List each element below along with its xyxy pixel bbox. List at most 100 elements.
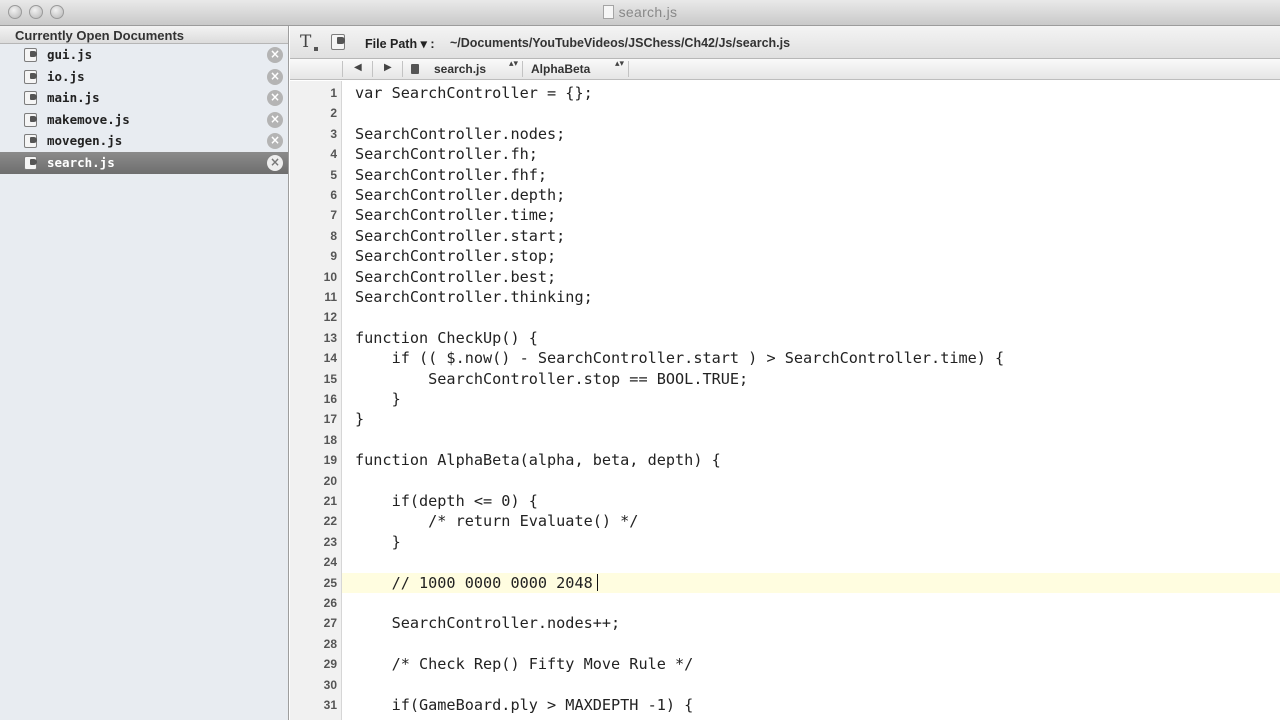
nav-divider <box>342 61 343 77</box>
code-line[interactable]: 13 function CheckUp() { <box>290 328 1280 348</box>
line-code-text: if (( $.now() - SearchController.start )… <box>355 349 1005 368</box>
line-code: } <box>355 389 401 409</box>
code-line[interactable]: 29 /* Check Rep() Fifty Move Rule */ <box>290 654 1280 674</box>
sidebar-file-item[interactable]: makemove.js × <box>0 109 288 131</box>
line-code: SearchController.stop == BOOL.TRUE; <box>355 369 748 389</box>
js-file-icon <box>24 134 37 149</box>
code-line[interactable]: 19 function AlphaBeta(alpha, beta, depth)… <box>290 450 1280 470</box>
code-line[interactable]: 31 if(GameBoard.ply > MAXDEPTH -1) { <box>290 695 1280 715</box>
code-line[interactable]: 26 <box>290 593 1280 613</box>
code-line[interactable]: 16 } <box>290 389 1280 409</box>
code-line[interactable]: 4 SearchController.fh; <box>290 144 1280 164</box>
code-line[interactable]: 18 <box>290 430 1280 450</box>
nav-divider <box>402 61 403 77</box>
file-path-dropdown[interactable]: File Path ▾ : <box>365 36 434 51</box>
js-file-icon <box>24 155 37 170</box>
code-line[interactable]: 7 SearchController.time; <box>290 205 1280 225</box>
sidebar-file-item[interactable]: io.js × <box>0 66 288 88</box>
line-code-text: var SearchController = {}; <box>355 84 593 102</box>
sidebar-file-item[interactable]: search.js × <box>0 151 288 174</box>
line-code: } <box>355 409 364 429</box>
line-code-text: SearchController.stop; <box>355 247 557 266</box>
file-name: io.js <box>47 68 85 84</box>
code-line[interactable]: 8 SearchController.start; <box>290 226 1280 246</box>
sidebar-file-item[interactable]: main.js × <box>0 87 288 109</box>
code-line[interactable]: 27 SearchController.nodes++; <box>290 613 1280 633</box>
code-line[interactable]: 12 <box>290 307 1280 327</box>
file-popup-chevron-icon[interactable]: ▴▾ <box>509 60 518 69</box>
file-name: makemove.js <box>47 111 130 127</box>
line-code: SearchController.stop; <box>355 246 556 266</box>
close-document-icon[interactable]: × <box>267 68 283 85</box>
function-popup-chevron-icon[interactable]: ▴▾ <box>615 60 624 69</box>
code-line[interactable]: 11 SearchController.thinking; <box>290 287 1280 307</box>
text-caret <box>596 573 599 591</box>
current-code-line[interactable]: 25 // 1000 0000 0000 2048 <box>324 572 1280 593</box>
js-file-icon <box>24 48 37 62</box>
code-line[interactable]: 5 SearchController.fhf; <box>290 165 1280 185</box>
line-number: 30 <box>323 677 337 692</box>
js-file-icon <box>24 69 37 84</box>
code-line[interactable]: 2 <box>290 103 1280 123</box>
path-bar: T File Path ▾ : ~/Documents/YouTubeVideo… <box>290 26 1280 59</box>
code-line[interactable]: 15 SearchController.stop == BOOL.TRUE; <box>290 369 1280 389</box>
code-line[interactable]: 21 if(depth <= 0) { <box>290 491 1280 511</box>
code-line[interactable]: 24 <box>290 552 1280 572</box>
function-popup[interactable]: AlphaBeta <box>531 62 590 76</box>
line-code-text: } <box>355 532 401 551</box>
line-number: 18 <box>323 432 337 447</box>
line-number: 21 <box>323 494 337 508</box>
code-line[interactable]: 20 <box>290 471 1280 491</box>
line-number: 27 <box>323 616 337 631</box>
line-code-text: function AlphaBeta(alpha, beta, depth) { <box>355 451 721 470</box>
line-code-text: SearchController.best; <box>355 267 557 286</box>
code-line[interactable]: 3 SearchController.nodes; <box>290 124 1280 144</box>
nav-divider <box>628 61 629 77</box>
code-line[interactable]: 10 SearchController.best; <box>290 267 1280 287</box>
line-number: 24 <box>323 555 337 570</box>
line-code: var SearchController = {}; <box>355 83 593 103</box>
close-document-icon[interactable]: × <box>267 133 283 150</box>
forward-arrow-icon[interactable]: ▶ <box>384 62 392 73</box>
line-number: 10 <box>323 269 337 284</box>
document-script-icon[interactable] <box>331 34 345 50</box>
line-number: 13 <box>323 330 337 345</box>
code-line[interactable]: 28 <box>290 634 1280 654</box>
code-line[interactable]: 14 if (( $.now() - SearchController.star… <box>290 348 1280 368</box>
code-line[interactable]: 22 /* return Evaluate() */ <box>290 511 1280 531</box>
close-document-icon[interactable]: × <box>267 47 283 63</box>
editor-pane: T File Path ▾ : ~/Documents/YouTubeVideo… <box>290 26 1280 720</box>
line-code: if(GameBoard.ply > MAXDEPTH -1) { <box>355 695 694 715</box>
close-document-icon[interactable]: × <box>267 90 283 107</box>
back-arrow-icon[interactable]: ◀ <box>354 62 362 73</box>
code-editor[interactable]: 1 var SearchController = {}; 2 3 SearchContr… <box>290 81 1280 720</box>
file-icon <box>411 64 419 74</box>
line-code: SearchController.nodes; <box>355 124 565 144</box>
code-line[interactable]: 9 SearchController.stop; <box>290 246 1280 266</box>
line-code: SearchController.depth; <box>355 185 565 205</box>
code-line[interactable]: 1 var SearchController = {}; <box>290 83 1280 103</box>
file-list: gui.js × io.js × main.js × makemove.js × movegen… <box>0 44 288 174</box>
code-line[interactable]: 17} <box>290 409 1280 429</box>
text-tool-icon[interactable]: T <box>300 32 319 52</box>
current-file-popup[interactable]: search.js <box>434 62 486 76</box>
close-document-icon[interactable]: × <box>267 154 283 171</box>
line-number: 12 <box>323 310 337 325</box>
code-line[interactable]: 23 } <box>290 532 1280 552</box>
code-line[interactable]: 6 SearchController.depth; <box>290 185 1280 205</box>
file-name: main.js <box>47 90 100 106</box>
line-code-text: SearchController.nodes; <box>355 124 566 143</box>
navigation-bar: ◀ ▶ search.js ▴▾ AlphaBeta ▴▾ <box>290 59 1280 80</box>
sidebar-file-item[interactable]: movegen.js × <box>0 130 288 152</box>
line-number: 25 <box>323 575 337 590</box>
code-line[interactable]: 30 <box>290 675 1280 695</box>
line-code-text: /* Check Rep() Fifty Move Rule */ <box>355 655 694 674</box>
close-document-icon[interactable]: × <box>267 111 283 128</box>
line-code: SearchController.fhf; <box>355 165 547 185</box>
nav-divider <box>372 61 373 77</box>
line-number: 8 <box>330 228 337 243</box>
sidebar-file-item[interactable]: gui.js × <box>0 44 288 66</box>
line-number: 29 <box>323 657 337 672</box>
line-code-text: // 1000 0000 0000 2048 <box>355 573 593 592</box>
file-name: gui.js <box>47 47 93 62</box>
